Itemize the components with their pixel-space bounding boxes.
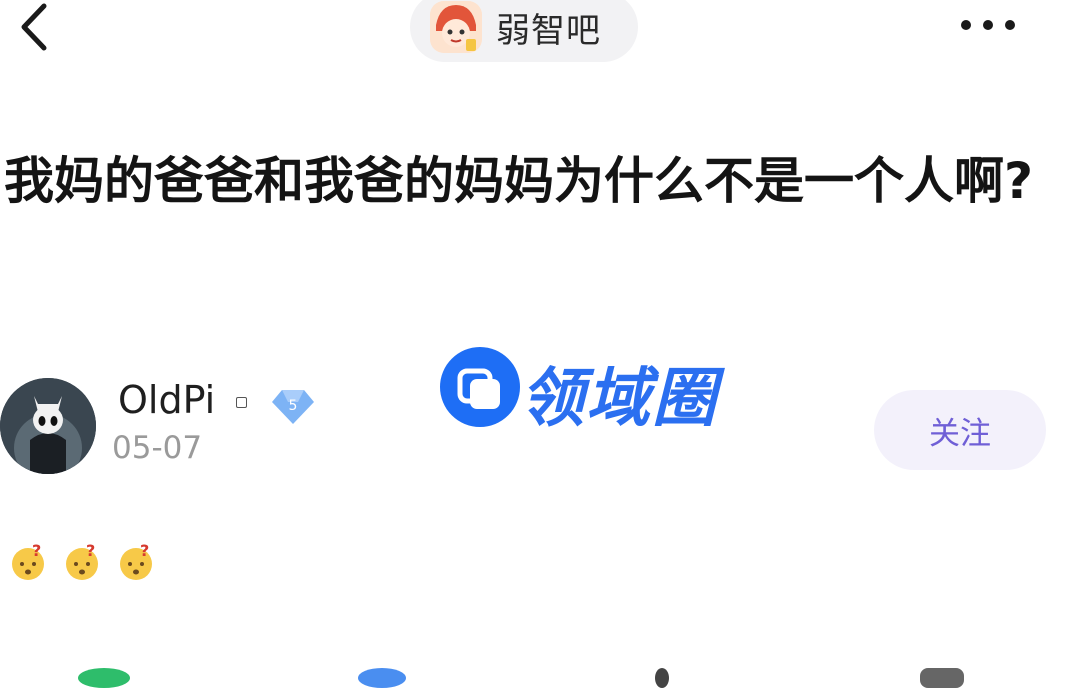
watermark: 领域圈 [440, 345, 770, 436]
level-number: 5 [289, 398, 298, 414]
more-options-button[interactable] [950, 0, 1040, 50]
confused-face-emoji: ? [12, 542, 44, 580]
level-badge: 5 [270, 386, 316, 426]
svg-text:?: ? [32, 542, 41, 560]
forum-name: 弱智吧 [496, 10, 601, 51]
confused-face-emoji: ? [120, 542, 152, 580]
watermark-text: 领域圈 [520, 362, 718, 436]
author-tag-icon [236, 397, 247, 408]
watermark-logo-icon [440, 347, 520, 427]
share-link-icon[interactable] [655, 668, 669, 688]
diamond-icon: 5 [272, 390, 314, 424]
post-title: 我妈的爸爸和我爸的妈妈为什么不是一个人啊? [4, 152, 1034, 210]
share-wechat-icon[interactable] [78, 668, 130, 688]
svg-text:?: ? [140, 542, 149, 560]
forum-avatar [430, 1, 482, 53]
forum-header-pill[interactable]: 弱智吧 [410, 0, 638, 62]
svg-text:?: ? [86, 542, 95, 560]
share-qq-icon[interactable] [358, 668, 406, 688]
post-date: 05-07 [112, 430, 203, 466]
follow-button[interactable]: 关注 [874, 390, 1046, 470]
author-avatar[interactable] [0, 378, 96, 474]
more-dots-icon [961, 20, 1015, 30]
share-more-icon[interactable] [920, 668, 964, 688]
back-button[interactable] [10, 0, 60, 56]
chevron-left-icon [21, 3, 47, 51]
author-name[interactable]: OldPi [118, 378, 215, 422]
post-body: ? ? ? [8, 542, 156, 582]
confused-face-emoji: ? [66, 542, 98, 580]
